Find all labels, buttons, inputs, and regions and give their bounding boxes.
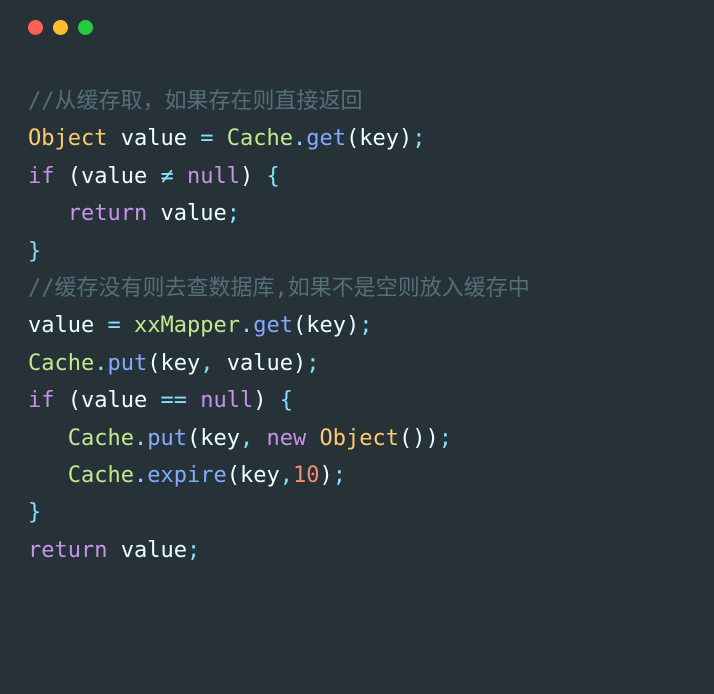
code-token: key [306, 313, 346, 338]
code-token: value [121, 538, 187, 563]
code-token: if [28, 164, 55, 189]
code-token: ( [346, 126, 359, 151]
code-token: Cache [28, 351, 94, 376]
code-token: ) [399, 126, 412, 151]
code-comment: //缓存没有则去查数据库,如果不是空则放入缓存中 [28, 276, 530, 301]
code-token: ) [319, 463, 332, 488]
code-token: value [121, 126, 187, 151]
code-token: { [266, 164, 279, 189]
code-token: . [134, 463, 147, 488]
code-token: ≠ [160, 164, 173, 189]
code-token: ( [147, 351, 160, 376]
code-token: key [160, 351, 200, 376]
code-token: key [359, 126, 399, 151]
code-token: null [187, 164, 240, 189]
close-icon[interactable] [28, 20, 43, 35]
window-traffic-lights [0, 0, 714, 35]
code-token: = [107, 313, 120, 338]
code-token: get [253, 313, 293, 338]
code-comment: //从缓存取，如果存在则直接返回 [28, 89, 363, 114]
code-token: 10 [293, 463, 320, 488]
code-token: expire [147, 463, 226, 488]
code-token: return [68, 201, 147, 226]
code-token: ( [68, 388, 81, 413]
code-token: ) [346, 313, 359, 338]
code-token: Object [319, 426, 398, 451]
code-token: . [134, 426, 147, 451]
code-token: value [160, 201, 226, 226]
code-token: value [81, 164, 147, 189]
code-token: new [266, 426, 306, 451]
code-token: null [200, 388, 253, 413]
code-token: ; [412, 126, 425, 151]
code-token: ) [293, 351, 306, 376]
code-token: if [28, 388, 55, 413]
code-token: ( [187, 426, 200, 451]
code-token: ; [227, 201, 240, 226]
code-token: value [81, 388, 147, 413]
code-token: , [240, 426, 253, 451]
code-token: } [28, 500, 41, 525]
code-editor[interactable]: //从缓存取，如果存在则直接返回 Object value = Cache.ge… [0, 35, 714, 589]
minimize-icon[interactable] [53, 20, 68, 35]
code-token: { [280, 388, 293, 413]
code-token: = [200, 126, 213, 151]
code-token: ; [187, 538, 200, 563]
code-token: ; [439, 426, 452, 451]
code-token: put [107, 351, 147, 376]
code-token: Cache [227, 126, 293, 151]
code-token: . [293, 126, 306, 151]
code-token: ) [253, 388, 266, 413]
code-token: xxMapper [134, 313, 240, 338]
code-token: key [240, 463, 280, 488]
code-token: ) [425, 426, 438, 451]
maximize-icon[interactable] [78, 20, 93, 35]
code-token: get [306, 126, 346, 151]
code-token: , [280, 463, 293, 488]
code-token: Cache [68, 426, 134, 451]
code-token: ; [333, 463, 346, 488]
code-token: ( [227, 463, 240, 488]
code-token: key [200, 426, 240, 451]
code-token: == [160, 388, 187, 413]
code-token: Cache [68, 463, 134, 488]
code-token: value [28, 313, 94, 338]
code-token: ; [306, 351, 319, 376]
code-token: value [227, 351, 293, 376]
code-token: } [28, 239, 41, 264]
code-token: ) [240, 164, 253, 189]
code-token: ; [359, 313, 372, 338]
code-token: return [28, 538, 107, 563]
code-token: . [94, 351, 107, 376]
code-token: ( [68, 164, 81, 189]
code-token: ( [399, 426, 412, 451]
code-token: put [147, 426, 187, 451]
code-token: ) [412, 426, 425, 451]
code-token: ( [293, 313, 306, 338]
code-token: Object [28, 126, 107, 151]
code-token: , [200, 351, 213, 376]
code-token: . [240, 313, 253, 338]
